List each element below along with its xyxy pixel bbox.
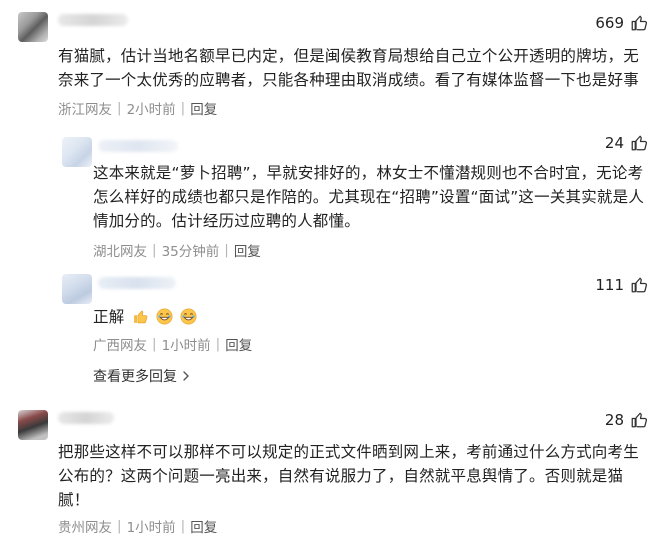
reply-button[interactable]: 回复 bbox=[225, 334, 252, 354]
avatar[interactable] bbox=[18, 12, 48, 42]
location: 广西网友 bbox=[93, 338, 147, 354]
reply-button[interactable]: 回复 bbox=[190, 516, 217, 536]
reply-button[interactable]: 回复 bbox=[234, 240, 261, 260]
comment-line: 这本来就是“萝卜招聘”，早就安排好的，林女士不懂潜规则也不合时宜，无论考 bbox=[93, 164, 644, 182]
like-counter[interactable]: 669 bbox=[595, 14, 648, 32]
like-counter[interactable]: 28 bbox=[605, 411, 648, 429]
like-count: 669 bbox=[595, 14, 624, 32]
comment-line: 公布的？这两个问题一亮出来，自然有说服力了，自然就平息舆情了。否则就是猫 bbox=[58, 467, 624, 485]
comment-text: 正解 bbox=[93, 305, 648, 329]
comment-meta: 浙江网友 | 2小时前 | 回复 bbox=[58, 98, 218, 118]
comment-meta: 广西网友 | 1小时前 | 回复 bbox=[93, 334, 253, 354]
thumbs-up-icon[interactable] bbox=[630, 134, 648, 152]
comment-line: 怎么样好的成绩也都只是作陪的。尤其现在“招聘”设置“面试”这一关其实就是人 bbox=[93, 188, 645, 206]
username[interactable] bbox=[98, 140, 178, 152]
comment-meta: 湖北网友 | 35分钟前 | 回复 bbox=[93, 240, 261, 260]
username[interactable] bbox=[58, 14, 128, 26]
view-more-replies-link[interactable]: 查看更多回复 bbox=[93, 366, 192, 386]
avatar[interactable] bbox=[18, 410, 48, 440]
thumbs-up-emoji-icon bbox=[133, 310, 147, 324]
like-counter[interactable]: 111 bbox=[595, 276, 648, 294]
avatar[interactable] bbox=[62, 274, 92, 304]
location: 湖北网友 bbox=[93, 244, 147, 260]
comment-line: 正解 bbox=[93, 308, 125, 326]
comment-text: 这本来就是“萝卜招聘”，早就安排好的，林女士不懂潜规则也不合时宜，无论考 怎么样… bbox=[93, 161, 648, 233]
comment-meta: 贵州网友 | 1小时前 | 回复 bbox=[58, 516, 218, 536]
timestamp: 1小时前 bbox=[126, 520, 176, 536]
username[interactable] bbox=[58, 412, 114, 424]
timestamp: 35分钟前 bbox=[161, 244, 220, 260]
comment-line: 奈来了一个太优秀的应聘者，只能各种理由取消成绩。看了有媒体监督一下也是好事 bbox=[58, 71, 639, 89]
laughing-emoji-icon bbox=[156, 308, 173, 325]
comment-text: 有猫腻，估计当地名额早已内定，但是闽侯教育局想给自己立个公开透明的牌坊，无 奈来… bbox=[58, 44, 648, 92]
username[interactable] bbox=[98, 277, 176, 289]
chevron-right-icon bbox=[183, 371, 189, 381]
view-more-replies-label: 查看更多回复 bbox=[93, 369, 177, 385]
reply-button[interactable]: 回复 bbox=[190, 98, 217, 118]
comment-text: 把那些这样不可以那样不可以规定的正式文件晒到网上来，考前通过什么方式向考生 公布… bbox=[58, 440, 648, 512]
thumbs-up-icon[interactable] bbox=[630, 411, 648, 429]
laughing-emoji-icon bbox=[180, 308, 197, 325]
comment-line: 有猫腻，估计当地名额早已内定，但是闽侯教育局想给自己立个公开透明的牌坊，无 bbox=[58, 47, 639, 65]
comment-line: 把那些这样不可以那样不可以规定的正式文件晒到网上来，考前通过什么方式向考生 bbox=[58, 443, 639, 461]
comment-line: 腻！ bbox=[58, 491, 90, 509]
like-count: 111 bbox=[595, 276, 624, 294]
location: 贵州网友 bbox=[58, 520, 112, 536]
comment-line: 情加分的。估计经历过应聘的人都懂。 bbox=[93, 212, 360, 230]
like-count: 24 bbox=[604, 134, 624, 152]
thumbs-up-icon[interactable] bbox=[630, 14, 648, 32]
like-counter[interactable]: 24 bbox=[605, 134, 648, 152]
like-count: 28 bbox=[604, 411, 624, 429]
location: 浙江网友 bbox=[58, 102, 112, 118]
thumbs-up-icon[interactable] bbox=[630, 276, 648, 294]
avatar[interactable] bbox=[62, 137, 92, 167]
timestamp: 2小时前 bbox=[126, 102, 176, 118]
timestamp: 1小时前 bbox=[161, 338, 211, 354]
